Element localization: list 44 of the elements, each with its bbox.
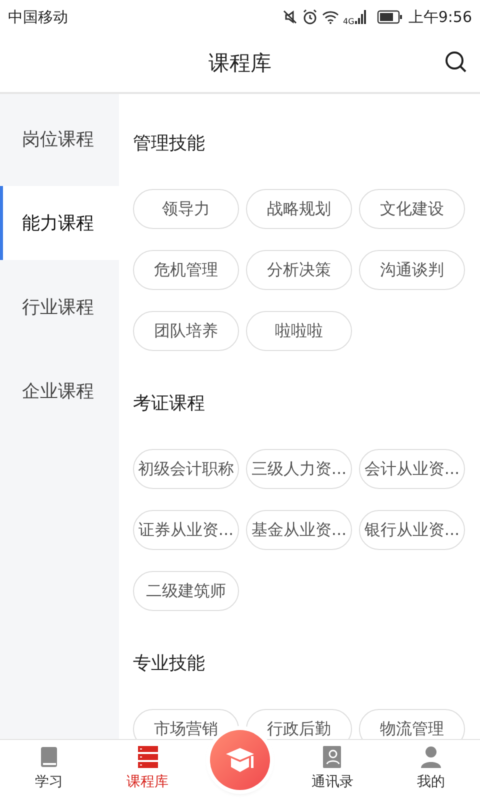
book-icon xyxy=(40,746,58,768)
mute-icon xyxy=(282,9,298,25)
tag-chip[interactable]: 初级会计职称 xyxy=(133,449,239,489)
tag-chip[interactable]: 领导力 xyxy=(133,189,239,229)
tag-chip[interactable]: 行政后勤 xyxy=(246,709,352,739)
section-title: 考证课程 xyxy=(133,392,206,416)
sidebar-item[interactable]: 企业课程 xyxy=(0,354,119,428)
graduation-cap-icon xyxy=(225,746,256,774)
tag-chip[interactable]: 分析决策 xyxy=(246,250,352,290)
carrier-name: 中国移动 xyxy=(8,8,68,26)
tag-chip[interactable]: 物流管理 xyxy=(359,709,465,739)
section-title: 管理技能 xyxy=(133,132,206,156)
sidebar-item[interactable]: 行业课程 xyxy=(0,270,119,344)
tag-chip[interactable]: 市场营销 xyxy=(133,709,239,739)
tag-chip[interactable]: 啦啦啦 xyxy=(246,311,352,351)
network-label: 4G xyxy=(343,16,354,26)
person-icon xyxy=(420,746,441,768)
tag-chip[interactable]: 战略规划 xyxy=(246,189,352,229)
page-title: 课程库 xyxy=(208,50,272,77)
tag-chip[interactable]: 危机管理 xyxy=(133,250,239,290)
tab-item[interactable]: 通讯录 xyxy=(283,740,382,800)
wifi-icon xyxy=(322,10,340,24)
tab-item[interactable]: 课程库 xyxy=(98,740,197,800)
signal-icon xyxy=(355,10,368,24)
tag-chip[interactable]: 三级人力资... xyxy=(246,449,352,489)
tab-item[interactable]: 学习 xyxy=(0,740,98,800)
tag-chip[interactable]: 沟通谈判 xyxy=(359,250,465,290)
sidebar-item[interactable]: 能力课程 xyxy=(0,186,119,260)
tag-chip[interactable]: 会计从业资... xyxy=(359,449,465,489)
battery-icon xyxy=(377,10,404,24)
clock-time: 上午9:56 xyxy=(408,8,472,26)
list-icon xyxy=(138,746,158,768)
tag-chip[interactable]: 银行从业资... xyxy=(359,510,465,550)
search-button[interactable] xyxy=(444,50,468,74)
tag-chip[interactable]: 证券从业资... xyxy=(133,510,239,550)
contacts-icon xyxy=(322,746,342,768)
tag-chip[interactable]: 二级建筑师 xyxy=(133,571,239,611)
tag-chip[interactable]: 基金从业资... xyxy=(246,510,352,550)
section-title: 专业技能 xyxy=(133,652,206,676)
sidebar-item[interactable]: 岗位课程 xyxy=(0,102,119,176)
alarm-icon xyxy=(302,9,318,25)
tab-item[interactable]: 我的 xyxy=(382,740,480,800)
tag-chip[interactable]: 文化建设 xyxy=(359,189,465,229)
tag-chip[interactable]: 团队培养 xyxy=(133,311,239,351)
